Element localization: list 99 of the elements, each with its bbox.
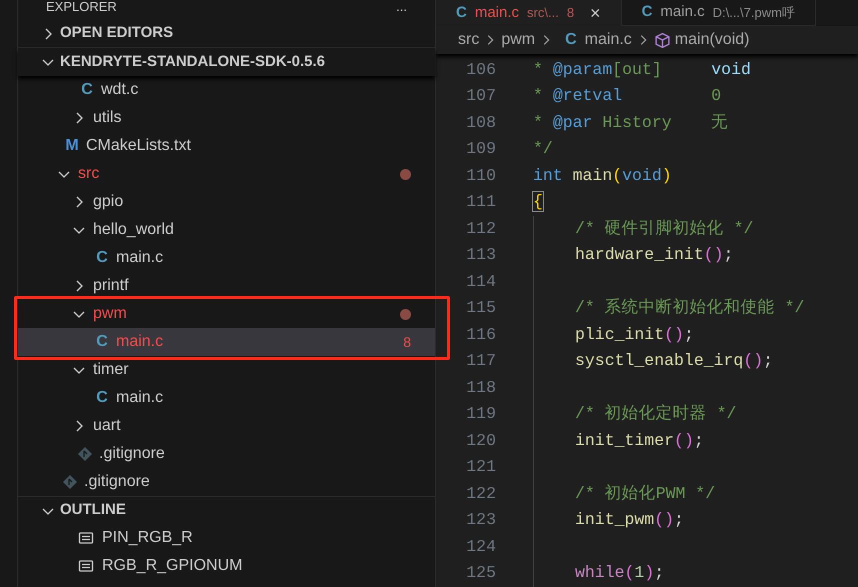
code-text: sysctl_enable_irq(); <box>575 350 774 372</box>
file-name: printf <box>93 276 130 296</box>
tree-item[interactable]: uart <box>18 412 435 440</box>
line-number: 116 <box>465 324 496 346</box>
line-number: 106 <box>465 58 496 81</box>
code-text: /* 初始化定时器 */ <box>575 403 736 426</box>
breadcrumb-item[interactable]: src <box>458 28 480 52</box>
tree-item[interactable]: C main.c <box>18 244 435 272</box>
c-file-icon: C <box>79 78 95 102</box>
line-number: 109 <box>465 138 496 160</box>
line-number: 118 <box>465 376 496 399</box>
file-name: .gitignore <box>99 444 166 464</box>
file-name: utils <box>93 108 122 128</box>
line-number: 125 <box>465 562 496 584</box>
file-name: .gitignore <box>84 472 151 492</box>
panel-title: EXPLORER <box>46 0 117 14</box>
line-number: 120 <box>465 430 496 452</box>
tree-item[interactable]: pwm <box>18 300 435 328</box>
file-name: main.c <box>116 248 164 268</box>
code-text: init_timer(); <box>575 430 704 452</box>
c-file-icon: C <box>456 2 467 24</box>
tab-path: D:\...\7.pwm呼 <box>712 4 795 22</box>
section-header[interactable]: KENDRYTE-STANDALONE-SDK-0.5.6 <box>18 48 435 76</box>
line-number: 107 <box>465 85 496 108</box>
line-number: 111 <box>465 191 496 214</box>
tab-label: main.c <box>660 2 705 22</box>
tree-item[interactable]: utils <box>18 104 435 132</box>
file-name: pwm <box>93 304 128 324</box>
problem-count: 8 <box>403 332 411 352</box>
file-name: gpio <box>93 192 124 212</box>
tree-item[interactable]: M CMakeLists.txt <box>18 132 435 160</box>
tree-item[interactable]: timer <box>18 356 435 384</box>
file-name: wdt.c <box>101 80 140 100</box>
file-name: hello_world <box>93 220 175 240</box>
code-text: * @retval 0 <box>533 85 722 108</box>
editor-tab[interactable]: C main.c D:\...\7.pwm呼 <box>622 0 816 26</box>
line-number: 108 <box>465 112 496 134</box>
breadcrumb-item[interactable]: main.c <box>584 28 632 52</box>
line-number: 112 <box>465 218 496 240</box>
section-header[interactable]: OUTLINE <box>18 496 435 524</box>
tree-item[interactable]: .gitignore <box>18 440 435 468</box>
file-name: main.c <box>116 388 164 408</box>
line-number: 123 <box>465 509 496 532</box>
outline-item[interactable]: RGB_R_GPIONUM <box>18 552 435 580</box>
more-actions-icon[interactable]: ... <box>396 0 407 14</box>
file-name: src <box>78 164 100 184</box>
section-header[interactable]: OPEN EDITORS <box>18 20 435 48</box>
tab-label: main.c <box>474 2 520 23</box>
line-number: 110 <box>465 164 496 187</box>
file-name: main.c <box>116 332 164 352</box>
cmake-file-icon: M <box>64 134 80 158</box>
line-number: 114 <box>465 270 496 293</box>
code-text: { <box>533 191 543 214</box>
line-number: 117 <box>465 350 496 372</box>
tree-item[interactable]: .gitignore <box>18 468 435 496</box>
code-text: * @param[out] void <box>533 58 751 81</box>
outline-item[interactable]: PIN_RGB_R <box>18 524 435 552</box>
tree-item[interactable]: C wdt.c <box>18 76 435 104</box>
file-name: CMakeLists.txt <box>86 136 192 156</box>
diamond-file-icon <box>62 474 78 490</box>
tree-item[interactable]: C main.c <box>18 384 435 412</box>
code-text: hardware_init(); <box>575 244 734 266</box>
code-text: /* 系统中断初始化和使能 */ <box>575 297 804 320</box>
line-number: 113 <box>465 244 496 266</box>
field-icon <box>78 558 94 574</box>
tab-path: src\... <box>527 4 559 22</box>
code-text: int main(void) <box>533 164 672 187</box>
problem-count: 8 <box>566 4 574 22</box>
breadcrumb-item[interactable]: main(void) <box>674 28 750 52</box>
line-number: 115 <box>465 297 496 320</box>
field-icon <box>78 530 94 546</box>
code-text: /* 初始化PWM */ <box>575 482 716 505</box>
code-text: * @par History 无 <box>533 112 728 134</box>
tree-item[interactable]: C main.c 8 <box>18 328 435 356</box>
c-file-icon: C <box>94 386 110 410</box>
file-name: uart <box>93 416 122 436</box>
code-text: /* 硬件引脚初始化 */ <box>575 218 754 240</box>
code-text: init_pwm(); <box>575 509 684 532</box>
tree-item[interactable]: printf <box>18 272 435 300</box>
tree-item[interactable]: hello_world <box>18 216 435 244</box>
tree-item[interactable]: src <box>18 160 435 188</box>
line-number: 124 <box>465 536 496 558</box>
c-file-icon: C <box>94 330 110 354</box>
breadcrumb-item[interactable]: pwm <box>501 28 536 52</box>
code-text: plic_init(); <box>575 324 694 346</box>
cube-icon <box>654 32 671 48</box>
line-number: 119 <box>465 403 496 426</box>
diamond-file-icon <box>77 446 93 462</box>
c-file-icon: C <box>642 1 652 24</box>
line-number: 122 <box>465 482 496 505</box>
c-file-icon: C <box>94 246 110 270</box>
tree-item[interactable]: gpio <box>18 188 435 216</box>
c-file-icon: C <box>565 28 577 52</box>
line-number: 121 <box>465 456 496 478</box>
code-text: */ <box>533 138 553 160</box>
file-name: timer <box>93 360 130 380</box>
code-text: while(1); <box>575 562 664 584</box>
editor-tab[interactable]: C main.c src\... 8 × <box>436 0 622 26</box>
close-icon[interactable]: × <box>590 0 601 26</box>
